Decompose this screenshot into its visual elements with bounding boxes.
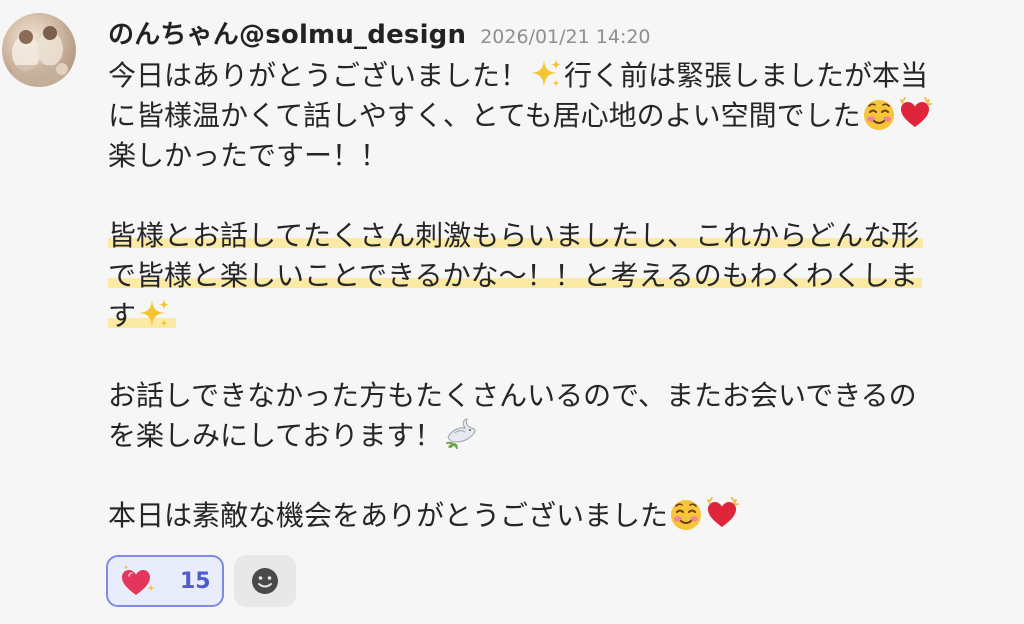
reaction-bar: 15 (106, 555, 296, 607)
paragraph-break (108, 456, 1008, 496)
avatar[interactable] (2, 13, 76, 87)
add-reaction-button[interactable] (234, 555, 296, 607)
author-name[interactable]: のんちゃん@solmu_design (108, 14, 466, 51)
paragraph-1: 今日はありがとうございました！ 行く前は緊張しましたが本当 に皆様温かくて話しやす… (108, 56, 1008, 176)
dove-icon (443, 417, 477, 451)
reaction-count: 15 (180, 568, 211, 594)
highlighted-text: す (108, 297, 177, 332)
sparkles-icon (137, 297, 171, 331)
reaction-sparkling-heart-button[interactable]: 15 (106, 555, 224, 607)
highlighted-text: で皆様と楽しいことできるかな〜！！と考えるのもわくわくしま (108, 259, 922, 292)
message-text: お話しできなかった方もたくさんいるので、またお会いできるの (108, 379, 917, 412)
paragraph-4: 本日は素敵な機会をありがとうございました (108, 496, 1008, 536)
message-text: 楽しかったですー！！ (108, 139, 389, 172)
paragraph-2-highlighted: 皆様とお話してたくさん刺激もらいましたし、これからどんな形 で皆様と楽しいことで… (108, 216, 1008, 336)
message-text: に皆様温かくて話しやすく、とても居心地のよい空間でした (108, 99, 861, 132)
message-text: 本日は素敵な機会をありがとうございました (108, 499, 669, 532)
sparkling-heart-icon (122, 564, 155, 595)
message-text: す (108, 299, 137, 332)
smiling-face-icon (669, 497, 703, 531)
message-text: を楽しみにしております！ (108, 419, 443, 452)
paragraph-break (108, 336, 1008, 376)
message-text: 行く前は緊張しましたが本当 (564, 59, 929, 92)
chat-message: のんちゃん@solmu_design 2026/01/21 14:20 今日はあ… (0, 0, 1024, 624)
avatar-photo (12, 26, 68, 87)
message-text: 今日はありがとうございました！ (108, 59, 529, 92)
sparkles-icon (529, 57, 563, 91)
beating-heart-icon (898, 97, 932, 131)
smiling-face-icon (862, 97, 896, 131)
message-body: 今日はありがとうございました！ 行く前は緊張しましたが本当 に皆様温かくて話しやす… (108, 56, 1008, 536)
paragraph-break (108, 176, 1008, 216)
add-reaction-icon (252, 568, 278, 594)
message-timestamp: 2026/01/21 14:20 (480, 26, 651, 48)
message-header: のんちゃん@solmu_design 2026/01/21 14:20 (108, 14, 651, 54)
paragraph-3: お話しできなかった方もたくさんいるので、またお会いできるの を楽しみにしておりま… (108, 376, 1008, 456)
highlighted-text: 皆様とお話してたくさん刺激もらいましたし、これからどんな形 (108, 219, 924, 252)
beating-heart-icon (705, 497, 739, 531)
